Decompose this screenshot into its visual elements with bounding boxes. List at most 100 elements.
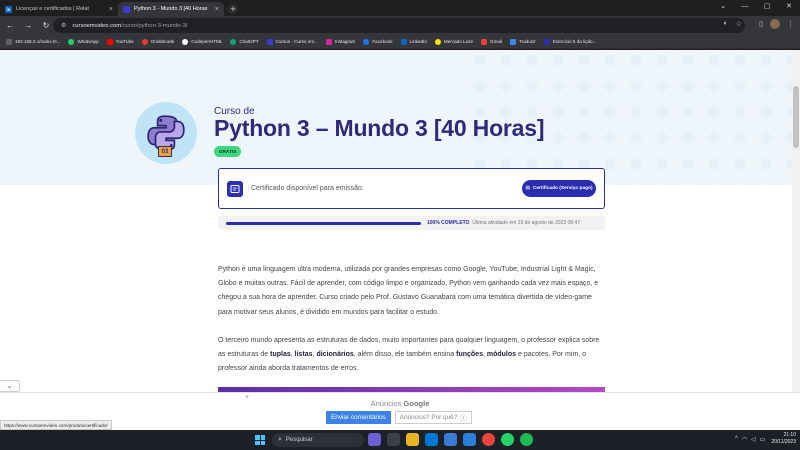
maximize-icon[interactable]: ▢ [756,0,778,12]
tab-linkedin-certificates[interactable]: in Licenças e certificados | Relat × [0,2,118,16]
chevron-down-icon[interactable]: ⌄ [0,380,20,392]
page-viewport: 03 Curso de Python 3 – Mundo 3 [40 Horas… [0,50,800,392]
certificate-icon [227,180,243,197]
spotify-icon[interactable] [520,433,533,446]
world-number-badge: 03 [158,146,172,157]
ads-label: Anúncios Google [370,399,430,408]
close-window-icon[interactable]: ✕ [778,0,800,12]
tab-strip: in Licenças e certificados | Relat × Pyt… [0,0,800,16]
scrollbar-thumb[interactable] [793,86,799,148]
chatgpt-icon [230,38,237,45]
onebitcode-icon [141,38,148,45]
ad-actions: Enviar comentários Anúncios? Por quê? ⓘ [326,411,472,424]
windows-start-icon[interactable] [255,435,265,445]
bookmark-item[interactable]: WhatsApp [68,38,99,45]
send-feedback-button[interactable]: Enviar comentários [326,411,391,424]
taskbar-search[interactable]: ⌕ Pesquisar [272,433,364,447]
new-tab-button[interactable]: + [228,4,238,14]
toolbar-actions: ▯ ⋮ [759,19,794,29]
bookmark-star-icon[interactable]: ☆ [736,20,742,28]
side-panel-icon[interactable]: ▯ [759,20,763,28]
youtube-icon [106,38,113,45]
page-title: Python 3 – Mundo 3 [40 Horas] [214,115,545,141]
vscode-icon[interactable] [463,433,476,446]
store-icon[interactable] [425,433,438,446]
course-progress: 100% COMPLETO Última atividade em 19 de … [218,216,605,230]
bookmark-item[interactable]: Traduzir [510,38,536,45]
photos-icon[interactable] [444,433,457,446]
gmail-icon [481,38,488,45]
wifi-icon[interactable]: ◠ [742,436,747,443]
description-paragraph: O terceiro mundo apresenta as estruturas… [218,336,600,373]
tab-python-course[interactable]: Python 3 - Mundo 3 [40 Horas × [118,2,224,16]
menu-icon[interactable]: ⋮ [787,20,794,28]
site-info-icon[interactable]: ⚙ [61,22,66,29]
bookmark-item[interactable]: LinkedIn [400,38,427,45]
taskbar-clock[interactable]: 21:10 20/11/2023 [771,432,796,446]
system-tray: ^ ◠ ◁ ▭ 21:10 20/11/2023 [735,432,796,446]
bookmark-item[interactable]: Mercado Livre [434,38,473,45]
google-lens-icon[interactable]: ◐ [723,20,727,28]
progress-label: 100% COMPLETO [427,220,470,226]
bookmark-item[interactable]: Instagram [325,38,355,45]
file-explorer-icon[interactable] [406,433,419,446]
codepen-icon [182,38,189,45]
bookmark-item[interactable]: Facebook [363,38,393,45]
why-ads-button[interactable]: Anúncios? Por quê? ⓘ [394,411,472,424]
window-controls: ⌄ — ▢ ✕ [712,0,800,12]
certificate-panel: Certificado disponível para emissão. ▤ C… [218,168,605,209]
address-bar[interactable]: ⚙ cursoemvideo.com/curso/python-3-mundo-… [53,18,745,33]
reload-icon[interactable]: ↻ [41,21,51,30]
close-icon[interactable]: × [215,6,219,13]
battery-icon[interactable]: ▭ [760,436,766,443]
tab-label: Python 3 - Mundo 3 [40 Horas [134,6,208,12]
bookmark-item[interactable]: 192.168.0.1/index.ht... [6,38,60,45]
linkedin-icon [400,38,407,45]
url-text[interactable]: cursoemvideo.com/curso/python-3-mundo-3/ [72,23,187,29]
search-icon: ⌕ [278,436,282,443]
last-activity: Última atividade em 19 de agosto de 2023… [472,220,580,226]
certificate-button-label: Certificado (Serviço pago) [532,185,593,191]
bookmark-item[interactable]: YouTube [106,38,134,45]
globe-icon [6,38,12,45]
taskbar-apps [368,433,533,446]
whatsapp-icon [68,38,75,45]
chevron-down-icon[interactable]: ⌄ [712,0,734,12]
task-view-icon[interactable] [387,433,400,446]
cursoemvideo-icon [123,5,130,13]
back-icon[interactable]: ← [5,21,15,30]
free-badge: GRÁTIS [214,146,242,157]
close-icon[interactable]: × [109,6,113,13]
progress-bar [226,221,421,225]
linkedin-icon: in [5,5,12,13]
tray-icons: ^ ◠ ◁ ▭ [735,436,765,443]
search-placeholder: Pesquisar [285,437,313,443]
bookmark-item[interactable]: Onebitcode [141,38,174,45]
progress-fill [226,221,421,225]
bookmark-item[interactable]: CodepenHTML [182,38,222,45]
bookmark-item[interactable]: Gmail [481,38,502,45]
browser-toolbar: ← → ↻ ⚙ cursoemvideo.com/curso/python-3-… [0,16,800,35]
description-paragraph: Python é uma linguagem ultra moderna, ut… [218,266,599,316]
bookmark-item[interactable]: ChatGPT [230,38,259,45]
cursoemvideo-icon [266,38,273,45]
bookmark-item[interactable]: Cursos - Curso em... [266,38,318,45]
cursoemvideo-icon [543,38,550,45]
course-description: Python é uma linguagem ultra moderna, ut… [218,263,605,390]
chrome-icon[interactable] [482,433,495,446]
bookmark-item[interactable]: Exercício 5 da lição... [543,38,596,45]
minimize-icon[interactable]: — [734,0,756,12]
instagram-icon [325,38,332,45]
chevron-up-icon[interactable]: ^ [735,436,738,443]
certificate-button[interactable]: ▤ Certificado (Serviço pago) [522,180,596,197]
link-status-bar: https://www.cursoemvideo.com/produto/cer… [0,420,112,430]
volume-icon[interactable]: ◁ [751,436,756,443]
facebook-icon [363,38,370,45]
info-icon: ⓘ [460,415,467,422]
scrollbar[interactable] [792,50,800,392]
whatsapp-icon[interactable] [501,433,514,446]
copilot-icon[interactable] [368,433,381,446]
avatar[interactable] [770,19,780,29]
bookmarks-bar: 192.168.0.1/index.ht... WhatsApp YouTube… [0,35,800,49]
forward-icon[interactable]: → [23,21,33,30]
